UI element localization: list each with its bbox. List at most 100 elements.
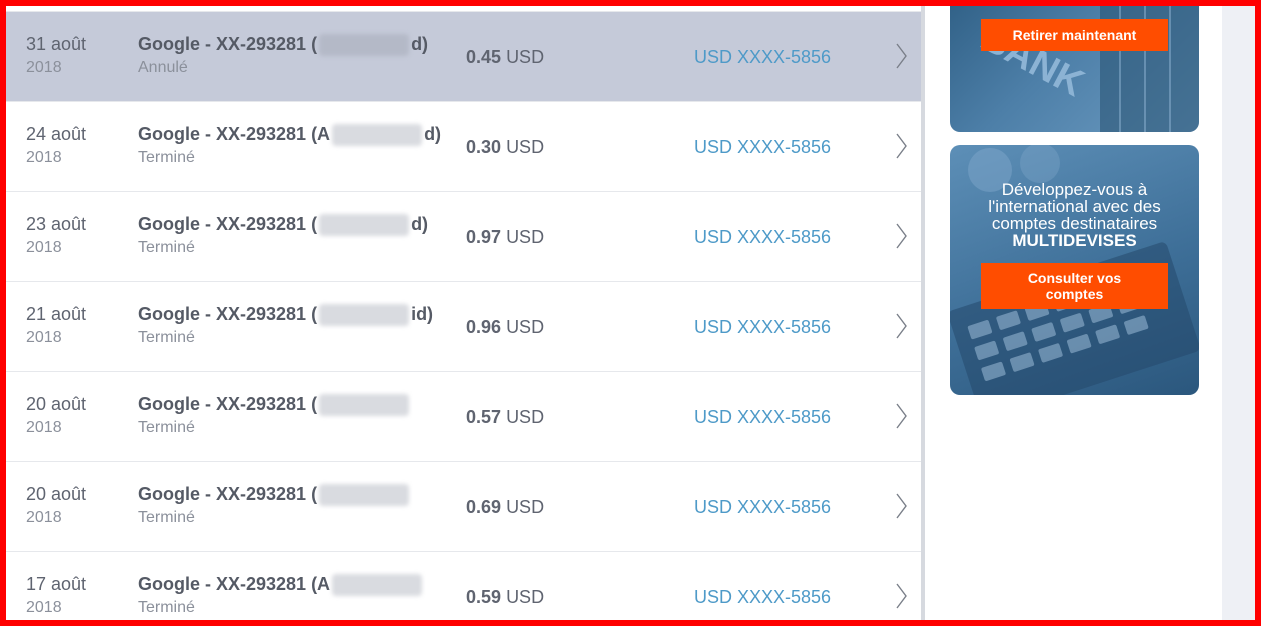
promo-line-3: comptes destinataires (991, 214, 1158, 233)
transaction-year: 2018 (26, 149, 62, 166)
transaction-status: Terminé (138, 149, 195, 166)
amount-currency: USD (506, 587, 545, 607)
list-top-edge (6, 0, 921, 12)
view-accounts-label-1: Consulter vos (1027, 270, 1122, 286)
withdraw-now-button[interactable]: Retirer maintenant (981, 19, 1168, 51)
transaction-date: 17 août (26, 574, 87, 594)
transaction-date: 31 août (26, 34, 87, 54)
chevron-right-icon[interactable] (895, 43, 907, 69)
promo-line-1: Développez-vous à (1001, 180, 1148, 199)
chevron-right-icon[interactable] (895, 403, 907, 429)
transaction-year: 2018 (26, 509, 62, 526)
chevron-right-icon[interactable] (895, 133, 907, 159)
chevron-right-icon[interactable] (895, 313, 907, 339)
chevron-right-icon[interactable] (895, 583, 907, 609)
amount-value: 0.59 (466, 587, 502, 607)
transaction-status: Terminé (138, 239, 195, 256)
redacted-text (319, 484, 410, 507)
transaction-amount: 0.45 USD (466, 47, 544, 68)
chevron-right-icon[interactable] (895, 223, 907, 249)
amount-value: 0.57 (466, 407, 502, 427)
transaction-date: 23 août (26, 214, 87, 234)
transaction-status: Terminé (138, 599, 195, 616)
description-text: Google - XX-293281 (A (138, 574, 331, 594)
transaction-description: Google - XX-293281 ( id) (138, 304, 434, 327)
amount-value: 0.69 (466, 497, 502, 517)
redacted-text (332, 124, 423, 147)
transaction-status: Terminé (138, 329, 195, 346)
transaction-description: Google - XX-293281 (A (138, 574, 424, 597)
destination-account-link[interactable]: USD XXXX-5856 (694, 47, 831, 68)
destination-account-link[interactable]: USD XXXX-5856 (694, 227, 831, 248)
transaction-status: Annulé (138, 59, 188, 76)
transaction-year: 2018 (26, 419, 62, 436)
description-text: Google - XX-293281 ( (138, 214, 318, 234)
multicurrency-promo-text: Développez-vous à l'international avec d… (950, 181, 1199, 249)
promo-highlight: MULTIDEVISES (1012, 231, 1137, 250)
multicurrency-promo-card: Développez-vous à l'international avec d… (950, 145, 1199, 395)
description-text: Google - XX-293281 ( (138, 34, 318, 54)
amount-currency: USD (506, 497, 545, 517)
transaction-description: Google - XX-293281 (A d) (138, 124, 442, 147)
transaction-status: Terminé (138, 419, 195, 436)
transaction-amount: 0.57 USD (466, 407, 544, 428)
transaction-date: 24 août (26, 124, 87, 144)
destination-account-link[interactable]: USD XXXX-5856 (694, 317, 831, 338)
transaction-date: 20 août (26, 394, 87, 414)
view-accounts-button[interactable]: Consulter vos comptes (981, 263, 1168, 309)
transaction-amount: 0.30 USD (466, 137, 544, 158)
transaction-row[interactable]: 24 août 2018 Google - XX-293281 (A d) Termin… (6, 102, 921, 192)
transaction-row[interactable]: 17 août 2018 Google - XX-293281 (A Terminé 0… (6, 552, 921, 626)
transaction-year: 2018 (26, 329, 62, 346)
redacted-text (319, 34, 410, 57)
amount-value: 0.30 (466, 137, 502, 157)
redacted-text (332, 574, 423, 597)
amount-currency: USD (506, 317, 545, 337)
amount-currency: USD (506, 407, 545, 427)
chevron-right-icon[interactable] (895, 493, 907, 519)
amount-value: 0.97 (466, 227, 502, 247)
withdraw-promo-card: BANK Retirer maintenant (950, 0, 1199, 132)
transaction-year: 2018 (26, 59, 62, 76)
redacted-text (319, 394, 410, 417)
description-text: Google - XX-293281 ( (138, 304, 318, 324)
transaction-status: Terminé (138, 509, 195, 526)
transaction-amount: 0.59 USD (466, 587, 544, 608)
transaction-row[interactable]: 20 août 2018 Google - XX-293281 ( Terminé 0.… (6, 462, 921, 552)
transaction-description: Google - XX-293281 ( d) (138, 214, 429, 237)
description-text: Google - XX-293281 ( (138, 394, 318, 414)
transaction-amount: 0.97 USD (466, 227, 544, 248)
transaction-amount: 0.69 USD (466, 497, 544, 518)
amount-currency: USD (506, 137, 545, 157)
promo-line-2: l'international avec des (988, 197, 1161, 216)
destination-account-link[interactable]: USD XXXX-5856 (694, 497, 831, 518)
amount-value: 0.45 (466, 47, 502, 67)
transaction-list: 31 août 2018 Google - XX-293281 ( d) Annulé 0… (6, 0, 921, 626)
redacted-text (319, 304, 410, 327)
transaction-date: 20 août (26, 484, 87, 504)
transaction-description: Google - XX-293281 ( (138, 394, 411, 417)
destination-account-link[interactable]: USD XXXX-5856 (694, 137, 831, 158)
description-end: d) (411, 34, 429, 54)
amount-value: 0.96 (466, 317, 502, 337)
page-right-margin (1222, 0, 1261, 626)
amount-currency: USD (506, 227, 545, 247)
amount-currency: USD (506, 47, 545, 67)
transaction-row[interactable]: 23 août 2018 Google - XX-293281 (d) Terminé… (6, 192, 921, 282)
promo-sidebar: BANK Retirer maintenant Développez-vous … (925, 0, 1222, 626)
transaction-year: 2018 (26, 599, 62, 616)
transaction-description: Google - XX-293281 ( d) (138, 34, 429, 57)
description-text: Google - XX-293281 (A (138, 124, 331, 144)
redacted-text (319, 214, 410, 237)
transaction-row[interactable]: 31 août 2018 Google - XX-293281 ( d) Annulé 0… (6, 12, 921, 102)
transaction-row[interactable]: 21 août 2018 Google - XX-293281 ( id) Termin… (6, 282, 921, 372)
transaction-amount: 0.96 USD (466, 317, 544, 338)
destination-account-link[interactable]: USD XXXX-5856 (694, 587, 831, 608)
description-end: d) (424, 124, 442, 144)
destination-account-link[interactable]: USD XXXX-5856 (694, 407, 831, 428)
transaction-date: 21 août (26, 304, 87, 324)
description-end: d) (411, 214, 429, 234)
transaction-row[interactable]: 20 août 2018 Google - XX-293281 ( Terminé 0.… (6, 372, 921, 462)
description-text: Google - XX-293281 ( (138, 484, 318, 504)
description-end: id) (411, 304, 434, 324)
